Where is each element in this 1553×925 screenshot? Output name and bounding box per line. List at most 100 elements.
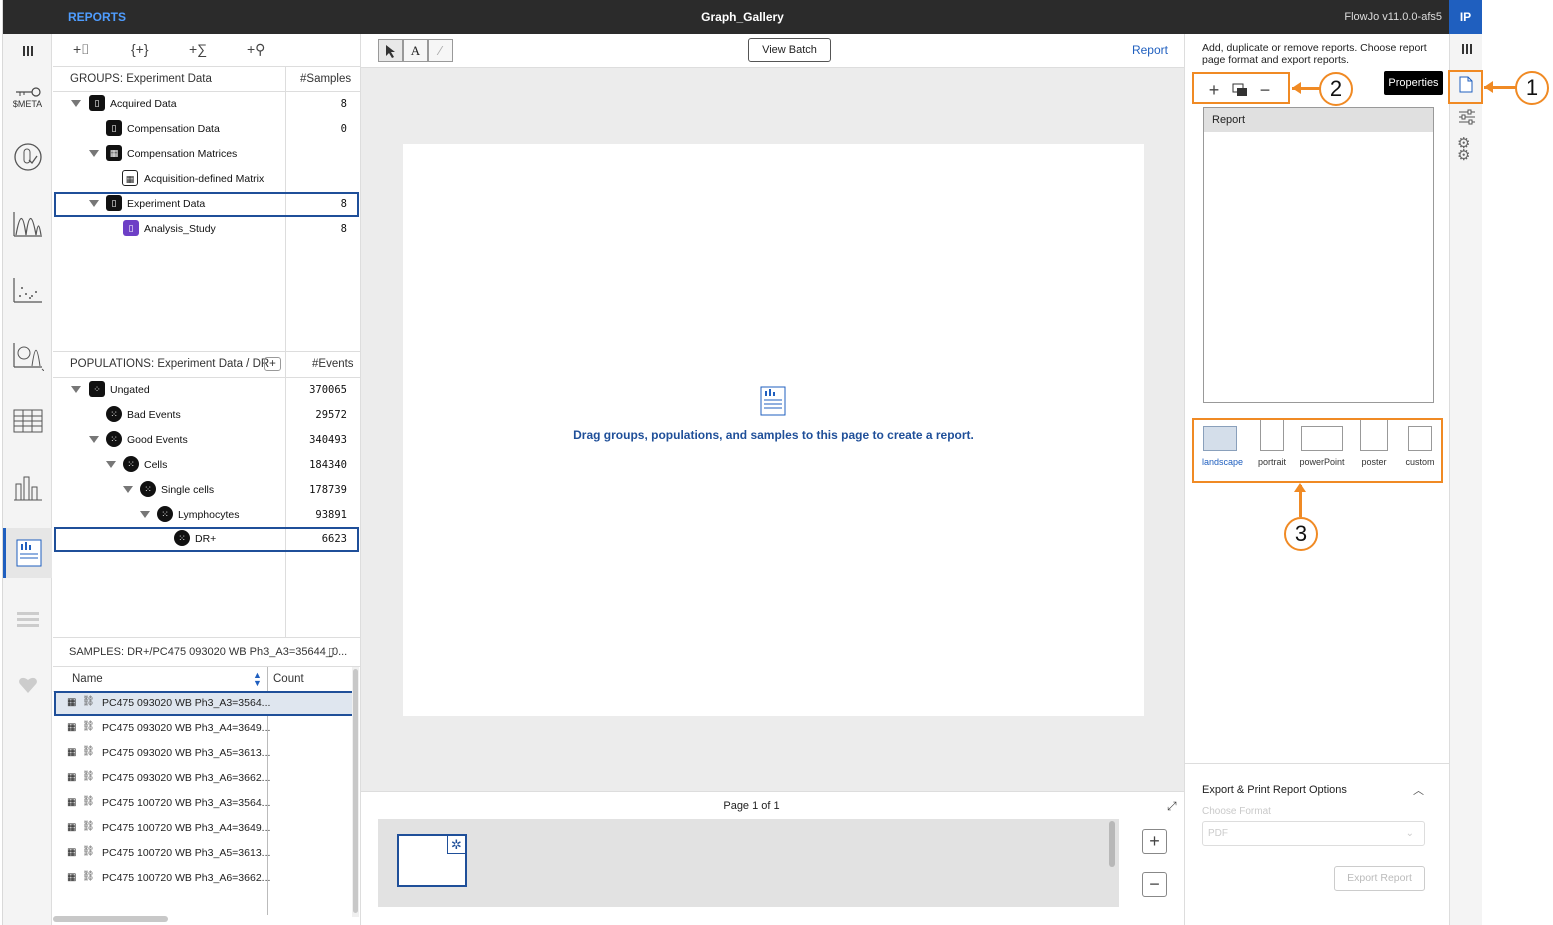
- view-batch-button[interactable]: View Batch: [748, 38, 831, 62]
- nav-reports[interactable]: [3, 528, 52, 578]
- collapse-icon[interactable]: [123, 486, 133, 493]
- population-count: 93891: [315, 509, 347, 521]
- population-row[interactable]: ⁙ Cells 184340: [54, 453, 359, 478]
- samples-name-header[interactable]: Name: [72, 667, 103, 691]
- sample-row[interactable]: ▦ ⛓ PC475 093020 WB Ph3_A5=3613...: [54, 741, 354, 766]
- population-row[interactable]: ⁙ Single cells 178739: [54, 478, 359, 503]
- matrix-icon: ▦: [122, 170, 138, 186]
- nav-gating[interactable]: [3, 330, 52, 380]
- zoom-out-button[interactable]: −: [1142, 872, 1167, 897]
- thumbnail-scrollbar[interactable]: [1109, 821, 1115, 867]
- nav-meta[interactable]: $META: [3, 72, 52, 122]
- page-thumbnails: ✲: [378, 819, 1119, 907]
- add-statistic-icon[interactable]: +∑: [189, 41, 207, 57]
- add-group-icon[interactable]: +⌷: [73, 41, 90, 58]
- group-row[interactable]: ▦ Compensation Matrices: [54, 142, 359, 167]
- sample-name: PC475 093020 WB Ph3_A4=3649...: [102, 722, 271, 734]
- samples-count-header[interactable]: Count: [273, 667, 304, 691]
- sample-row[interactable]: ▦ ⛓ PC475 100720 WB Ph3_A5=3613...: [54, 841, 354, 866]
- group-tube-icon: ▯: [106, 120, 122, 136]
- sample-row-selected[interactable]: ▦ ⛓ PC475 093020 WB Ph3_A3=3564...: [54, 691, 354, 716]
- report-list-item[interactable]: Report: [1204, 108, 1433, 132]
- sample-row[interactable]: ▦ ⛓ PC475 100720 WB Ph3_A3=3564...: [54, 791, 354, 816]
- format-select[interactable]: PDF ⌄: [1202, 821, 1425, 846]
- sample-row[interactable]: ▦ ⛓ PC475 100720 WB Ph3_A4=3649...: [54, 816, 354, 841]
- flowjo-window: REPORTS Graph_Gallery FlowJo v11.0.0-afs…: [2, 0, 1549, 925]
- samples-hscrollbar[interactable]: [53, 916, 168, 922]
- sample-row[interactable]: ▦ ⛓ PC475 093020 WB Ph3_A4=3649...: [54, 716, 354, 741]
- group-row-selected[interactable]: ▯ Experiment Data 8: [54, 192, 359, 217]
- group-count: 8: [340, 98, 347, 110]
- settings-gears-icon[interactable]: ⚙ ⚙: [1457, 136, 1470, 163]
- link-icon: ⛓: [82, 696, 95, 707]
- nav-dotplot[interactable]: [3, 264, 52, 314]
- sample-name: PC475 100720 WB Ph3_A3=3564...: [102, 797, 271, 809]
- report-link[interactable]: Report: [1132, 43, 1168, 57]
- collapse-icon[interactable]: [89, 436, 99, 443]
- layout-lines-icon: [16, 612, 39, 627]
- text-tool-icon[interactable]: A: [403, 39, 428, 62]
- population-options-icon[interactable]: [264, 357, 281, 371]
- population-name: DR+: [195, 533, 217, 545]
- group-row[interactable]: ▯ Compensation Data 0: [54, 117, 359, 142]
- collapse-icon[interactable]: [71, 386, 81, 393]
- sample-row[interactable]: ▦ ⛓ PC475 093020 WB Ph3_A6=3662...: [54, 766, 354, 791]
- nav-favorites[interactable]: [3, 660, 52, 710]
- grid-icon: ▦: [67, 747, 77, 758]
- tube-check-icon: [13, 143, 42, 171]
- samples-vscroll-track[interactable]: [352, 667, 359, 917]
- reports-list[interactable]: Report: [1203, 107, 1434, 403]
- population-row[interactable]: ⁙ Lymphocytes 93891: [54, 503, 359, 528]
- nav-meta-label: $META: [12, 99, 43, 109]
- arrowhead-icon: [1294, 483, 1306, 492]
- collapse-icon[interactable]: [71, 100, 81, 107]
- sample-name: PC475 100720 WB Ph3_A5=3613...: [102, 847, 271, 859]
- page-thumbnail[interactable]: ✲: [397, 834, 467, 887]
- collapse-icon[interactable]: [89, 200, 99, 207]
- group-row[interactable]: ▦ Acquisition-defined Matrix: [54, 167, 359, 192]
- annotation-marker-1: 1: [1515, 71, 1549, 105]
- chevron-up-icon[interactable]: ︿: [1413, 782, 1424, 798]
- zoom-in-button[interactable]: +: [1142, 829, 1167, 854]
- export-report-button[interactable]: Export Report: [1334, 866, 1425, 891]
- collapse-icon[interactable]: [106, 461, 116, 468]
- population-count: 370065: [309, 384, 347, 396]
- title-bar: REPORTS Graph_Gallery FlowJo v11.0.0-afs…: [3, 0, 1482, 34]
- sort-icon[interactable]: ▲ ▼: [253, 671, 262, 688]
- group-row[interactable]: ▯ Analysis_Study 8: [54, 217, 359, 242]
- collapse-panel-icon[interactable]: [1461, 43, 1473, 58]
- collapse-icon[interactable]: [89, 150, 99, 157]
- tube-icon[interactable]: ▯: [328, 645, 334, 658]
- sliders-icon[interactable]: [1458, 109, 1476, 128]
- gate-icon: ⁙: [140, 481, 156, 497]
- add-keyword-group-icon[interactable]: {+}: [131, 41, 149, 57]
- nav-bar-chart[interactable]: [3, 462, 52, 512]
- line-tool-icon[interactable]: ⁄: [428, 39, 453, 62]
- population-row-selected[interactable]: ⁙ DR+ 6623: [54, 527, 359, 552]
- sample-row[interactable]: ▦ ⛓ PC475 100720 WB Ph3_A6=3662...: [54, 866, 354, 891]
- nav-layout[interactable]: [3, 594, 52, 644]
- user-avatar[interactable]: IP: [1449, 0, 1482, 34]
- collapse-icon[interactable]: [140, 511, 150, 518]
- gear-icon[interactable]: ✲: [447, 836, 465, 854]
- add-search-icon[interactable]: +⚲: [247, 41, 265, 58]
- population-row[interactable]: ⁘ Ungated 370065: [54, 378, 359, 403]
- expand-icon[interactable]: ⤢: [1167, 799, 1177, 814]
- samples-vscrollbar[interactable]: [353, 669, 358, 913]
- nav-samples[interactable]: [3, 132, 52, 182]
- group-row[interactable]: ▯ Acquired Data 8: [54, 92, 359, 117]
- population-row[interactable]: ⁙ Bad Events 29572: [54, 403, 359, 428]
- grid-icon: ▦: [67, 722, 77, 733]
- population-name: Bad Events: [127, 409, 181, 421]
- collapse-nav-icon[interactable]: [3, 34, 52, 68]
- export-options-title[interactable]: Export & Print Report Options: [1202, 784, 1347, 796]
- properties-tooltip: Properties: [1384, 71, 1443, 95]
- population-row[interactable]: ⁙ Good Events 340493: [54, 428, 359, 453]
- report-page[interactable]: Drag groups, populations, and samples to…: [403, 144, 1144, 716]
- nav-table[interactable]: [3, 396, 52, 446]
- nav-histogram[interactable]: [3, 198, 52, 248]
- group-name: Experiment Data: [127, 198, 206, 210]
- link-icon: ⛓: [82, 771, 95, 782]
- pointer-tool-icon[interactable]: [378, 39, 403, 62]
- samples-title: SAMPLES: DR+/PC475 093020 WB Ph3_A3=3564…: [69, 646, 348, 658]
